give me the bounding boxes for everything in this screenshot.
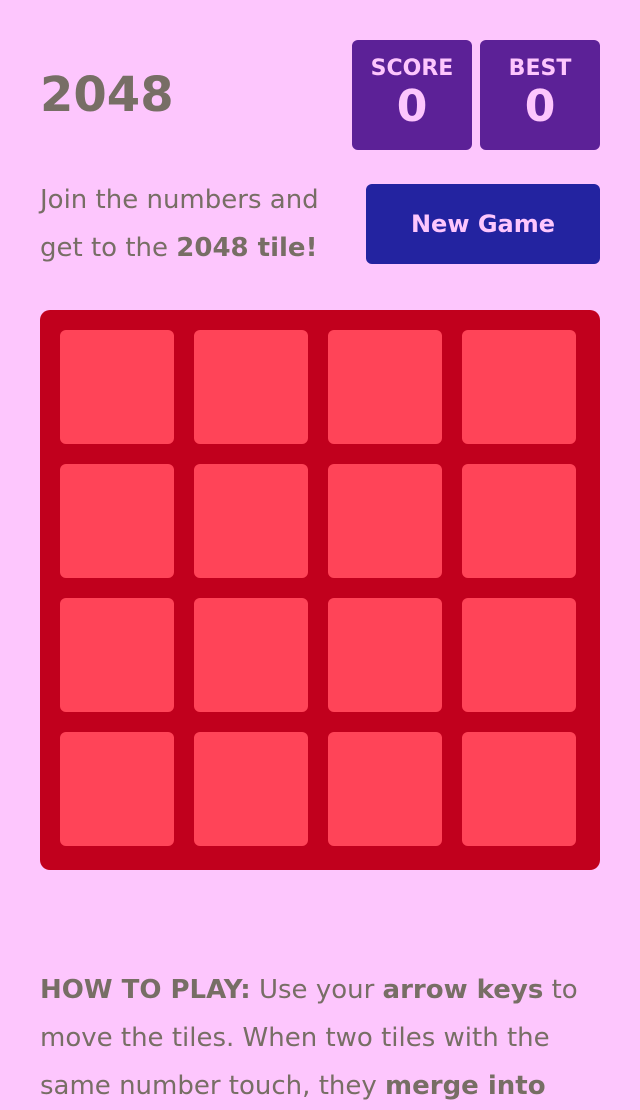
grid-row: [60, 464, 580, 578]
score-label: SCORE: [370, 56, 454, 81]
intro-highlight: 2048 tile!: [176, 233, 318, 263]
game-board[interactable]: [40, 310, 600, 870]
grid-row: [60, 598, 580, 712]
grid-cell: [328, 732, 442, 846]
grid-cell: [194, 330, 308, 444]
grid-cell: [328, 464, 442, 578]
game-intro: Join the numbers and get to the 2048 til…: [40, 176, 350, 272]
grid-row: [60, 330, 580, 444]
grid-cell: [462, 330, 576, 444]
score-box: SCORE 0: [352, 40, 472, 150]
grid-cell: [60, 330, 174, 444]
game-header: 2048 SCORE 0 BEST 0: [40, 40, 600, 150]
grid-cell: [60, 464, 174, 578]
how-to-play: HOW TO PLAY: Use your arrow keys to move…: [40, 966, 600, 1110]
grid-cell: [60, 732, 174, 846]
how-to-play-arrow-keys: arrow keys: [382, 975, 544, 1005]
new-game-button[interactable]: New Game: [366, 184, 600, 264]
grid-cell: [60, 598, 174, 712]
grid-cell: [462, 732, 576, 846]
scores-container: SCORE 0 BEST 0: [352, 40, 600, 150]
how-to-play-label: HOW TO PLAY:: [40, 975, 251, 1005]
grid-row: [60, 732, 580, 846]
score-value: 0: [396, 81, 428, 132]
grid-cell: [328, 330, 442, 444]
grid-cell: [462, 598, 576, 712]
best-value: 0: [524, 81, 556, 132]
game-title: 2048: [40, 67, 174, 123]
best-label: BEST: [508, 56, 572, 81]
grid-cell: [194, 598, 308, 712]
grid-cell: [328, 598, 442, 712]
best-score-box: BEST 0: [480, 40, 600, 150]
grid-cell: [194, 464, 308, 578]
how-to-play-merge: merge into: [385, 1071, 546, 1101]
how-to-play-text: Use your: [250, 975, 383, 1005]
grid-cell: [462, 464, 576, 578]
grid-cell: [194, 732, 308, 846]
